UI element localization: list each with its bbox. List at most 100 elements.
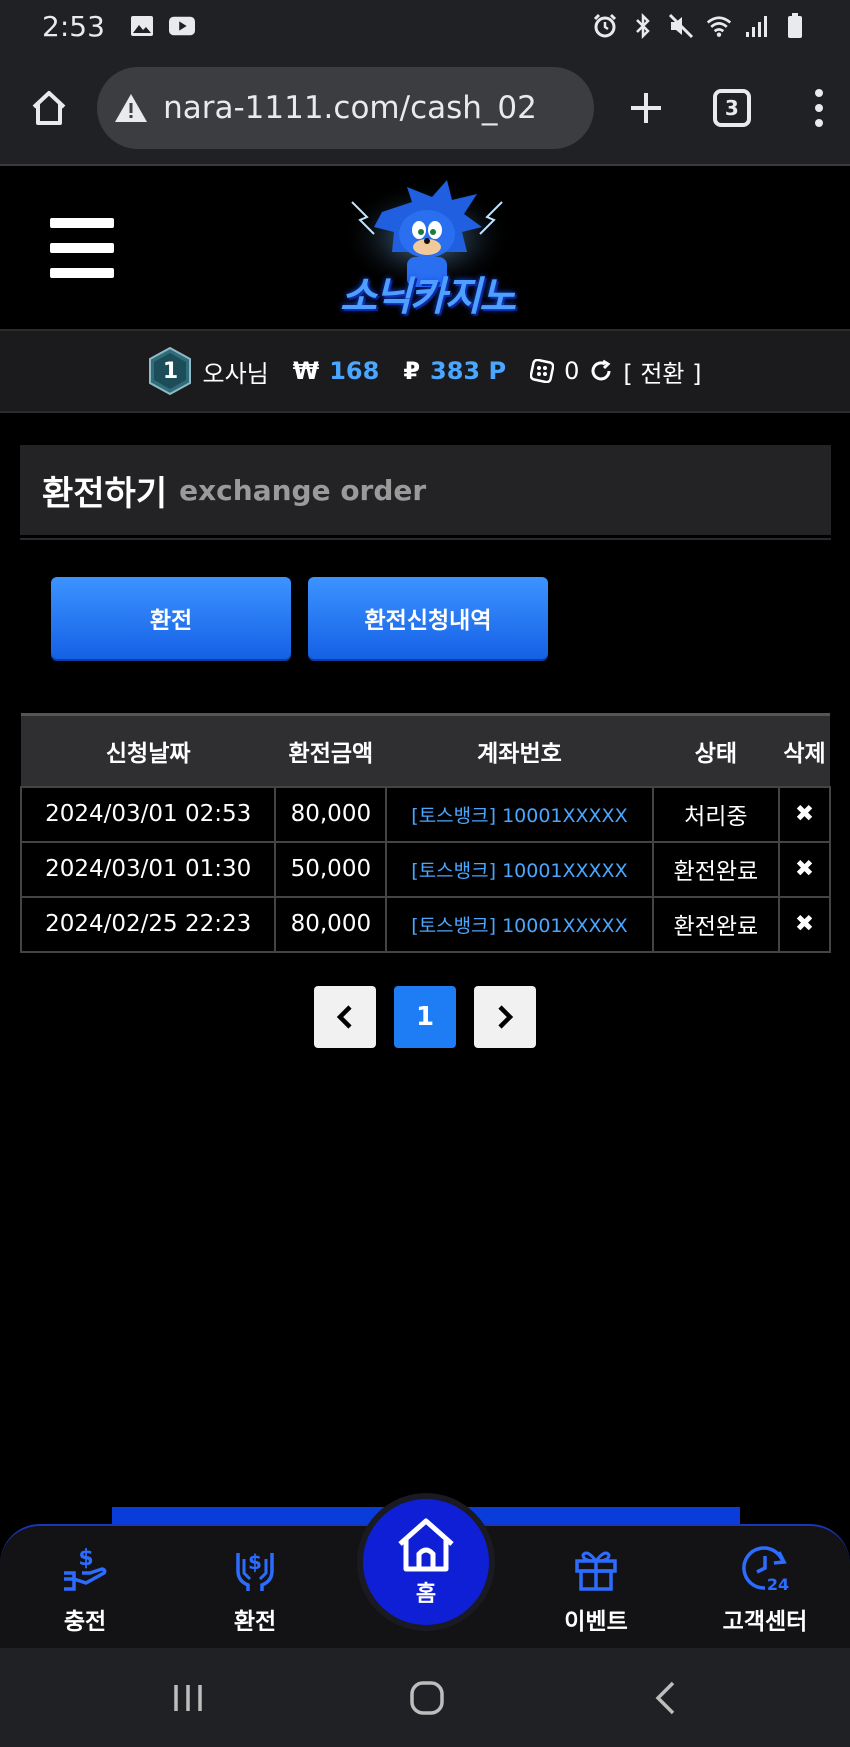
- amount-cell: 80,000: [274, 785, 388, 843]
- recent-apps-button[interactable]: [168, 1678, 208, 1718]
- withdraw-icon: $: [227, 1540, 283, 1596]
- nav-label: 환전: [233, 1609, 277, 1635]
- site-header: 소닉카지노: [0, 168, 850, 331]
- svg-text:$: $: [248, 1550, 262, 1574]
- chevron-right-icon: [498, 1005, 514, 1029]
- nav-item-event[interactable]: 이벤트: [536, 1540, 656, 1636]
- home-button[interactable]: 홈: [363, 1499, 489, 1625]
- mute-icon: [668, 13, 694, 39]
- home-icon: [398, 1518, 454, 1572]
- table-row: 2024/03/01 01:30 50,000 [토스뱅크] 10001XXXX…: [19, 840, 831, 898]
- level-number: 1: [162, 358, 179, 384]
- delete-icon[interactable]: ✖: [778, 895, 831, 953]
- nav-label: 고객센터: [722, 1609, 808, 1635]
- level-badge: 1: [148, 347, 192, 395]
- wifi-icon: [706, 13, 732, 39]
- amount-cell: 80,000: [274, 895, 388, 953]
- url-bar[interactable]: nara-1111.com/cash_02: [97, 67, 594, 149]
- dice-value: 0: [564, 357, 580, 385]
- account-cell: [토스뱅크] 10001XXXXX: [385, 840, 654, 898]
- refresh-icon[interactable]: [589, 359, 613, 383]
- signal-icon: [744, 13, 770, 39]
- page-number-button[interactable]: 1: [394, 986, 456, 1048]
- recent-apps-icon: [174, 1685, 202, 1711]
- date-cell: 2024/02/25 22:23: [19, 895, 277, 953]
- page-subtitle: exchange order: [179, 473, 427, 507]
- switch-link[interactable]: [ 전환 ]: [623, 354, 701, 389]
- dice-icon: [530, 359, 555, 383]
- alarm-icon: [592, 13, 618, 39]
- dot-icon: [814, 119, 823, 127]
- nav-item-home[interactable]: 홈: [357, 1493, 495, 1631]
- delete-icon[interactable]: ✖: [778, 785, 831, 843]
- back-button[interactable]: [645, 1676, 685, 1720]
- table-row: 2024/02/25 22:23 80,000 [토스뱅크] 10001XXXX…: [19, 895, 831, 953]
- account-cell: [토스뱅크] 10001XXXXX: [385, 895, 654, 953]
- system-home-button[interactable]: [405, 1676, 449, 1720]
- image-icon: [129, 13, 155, 39]
- point-icon: ₽: [403, 357, 421, 385]
- back-icon: [655, 1681, 675, 1715]
- money-balance: 168: [329, 357, 380, 385]
- logo-text: 소닉카지노: [340, 274, 516, 320]
- deposit-icon: $: [57, 1540, 113, 1596]
- status-time: 2:53: [42, 9, 105, 43]
- chevron-left-icon: [336, 1005, 352, 1029]
- panel-title: 환전하기 exchange order: [20, 445, 831, 535]
- new-tab-button[interactable]: [620, 80, 673, 136]
- next-page-button[interactable]: [474, 986, 536, 1048]
- divider: [20, 538, 831, 540]
- user-info-bar: 1 오사님 ₩ 168 ₽ 383 P 0 [ 전환 ]: [0, 331, 850, 413]
- gift-icon: [568, 1540, 624, 1596]
- status-bar: 2:53: [0, 0, 850, 52]
- date-cell: 2024/03/01 01:30: [19, 840, 277, 898]
- nav-item-deposit[interactable]: $ 충전: [25, 1540, 145, 1636]
- column-header: 상태: [652, 713, 780, 787]
- pagination: 1: [314, 986, 536, 1048]
- dot-icon: [814, 89, 823, 97]
- nav-label: 충전: [63, 1609, 107, 1635]
- bluetooth-icon: [630, 13, 656, 39]
- page-title: 환전하기: [42, 473, 168, 514]
- system-nav-bar: [0, 1648, 850, 1747]
- column-header: 삭제: [779, 713, 830, 787]
- user-name: 오사님: [202, 359, 269, 388]
- hamburger-menu-icon[interactable]: [50, 218, 114, 278]
- nav-item-support[interactable]: 24 고객센터: [705, 1540, 825, 1636]
- point-balance: 383 P: [430, 357, 507, 385]
- home-outline-icon: [32, 91, 65, 125]
- nav-label: 이벤트: [564, 1609, 628, 1635]
- svg-text:24: 24: [767, 1575, 789, 1594]
- table-header-row: 신청날짜 환전금액 계좌번호 상태 삭제: [21, 713, 830, 787]
- url-text[interactable]: nara-1111.com/cash_02: [163, 90, 537, 126]
- support-24-icon: 24: [737, 1540, 793, 1596]
- account-cell: [토스뱅크] 10001XXXXX: [385, 785, 654, 843]
- more-menu-button[interactable]: [809, 80, 828, 136]
- exchange-history-table: 신청날짜 환전금액 계좌번호 상태 삭제 2024/03/01 02:53 80…: [19, 713, 831, 953]
- nav-label: 홈: [415, 1582, 437, 1607]
- status-cell: 환전완료: [651, 895, 781, 953]
- column-header: 신청날짜: [21, 713, 276, 787]
- table-row: 2024/03/01 02:53 80,000 [토스뱅크] 10001XXXX…: [19, 785, 831, 843]
- youtube-icon: [168, 13, 195, 39]
- browser-home-button[interactable]: [22, 80, 75, 136]
- battery-icon: [782, 13, 808, 39]
- status-cell: 처리중: [651, 785, 781, 843]
- exchange-button[interactable]: 환전: [51, 577, 291, 659]
- warning-icon[interactable]: [113, 92, 149, 124]
- prev-page-button[interactable]: [314, 986, 376, 1048]
- svg-text:$: $: [78, 1546, 93, 1571]
- column-header: 계좌번호: [386, 713, 653, 787]
- nav-item-withdraw[interactable]: $ 환전: [195, 1540, 315, 1636]
- date-cell: 2024/03/01 02:53: [19, 785, 277, 843]
- tab-switcher-button[interactable]: 3: [712, 89, 752, 127]
- column-header: 환전금액: [275, 713, 387, 787]
- amount-cell: 50,000: [274, 840, 388, 898]
- plus-icon: [631, 93, 662, 123]
- site-logo[interactable]: 소닉카지노: [312, 172, 542, 328]
- delete-icon[interactable]: ✖: [778, 840, 831, 898]
- dot-icon: [814, 104, 823, 112]
- won-icon: ₩: [292, 357, 320, 385]
- exchange-history-button[interactable]: 환전신청내역: [308, 577, 548, 659]
- system-home-icon: [410, 1681, 444, 1715]
